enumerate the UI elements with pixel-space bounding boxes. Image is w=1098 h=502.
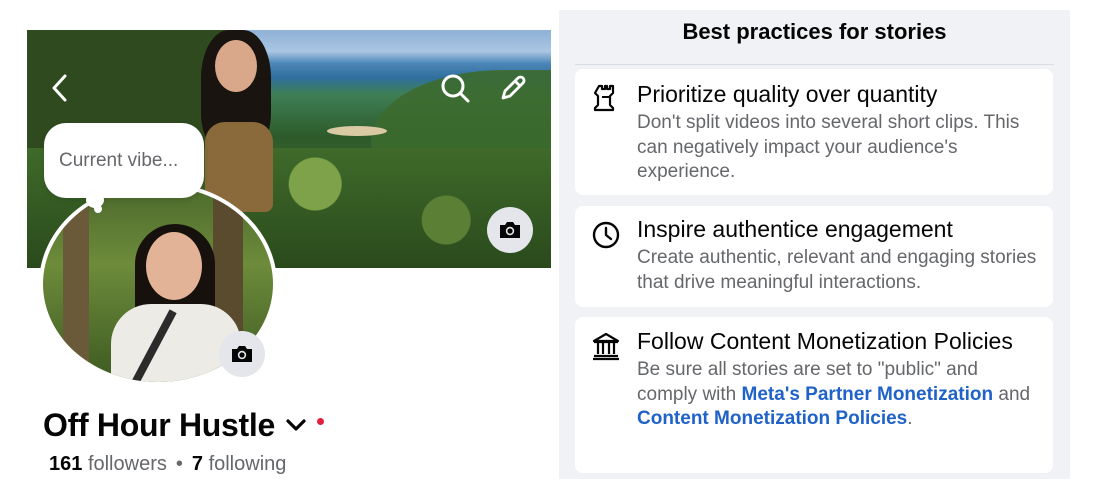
edit-button[interactable] — [495, 70, 531, 106]
card-body: Don't split videos into several short cl… — [637, 112, 1020, 182]
card-body: Create authentic, relevant and engaging … — [637, 247, 1037, 293]
pencil-icon — [501, 75, 526, 100]
profile-name-row: Off Hour Hustle — [43, 402, 324, 448]
card-title: Follow Content Monetization Policies — [637, 328, 1013, 354]
practice-card-monetization: Follow Content Monetization Policies Be … — [575, 317, 1053, 473]
divider — [575, 64, 1054, 65]
bubble-tail — [94, 205, 102, 213]
bank-icon — [589, 329, 623, 363]
best-practices-panel: Best practices for stories Prioritize qu… — [559, 10, 1070, 479]
avatar-tree — [63, 186, 89, 382]
profile-switch-button[interactable] — [285, 412, 311, 438]
card-body-text: and — [993, 383, 1031, 405]
cover-beach — [327, 126, 387, 136]
camera-icon — [232, 346, 252, 362]
card-title: Prioritize quality over quantity — [637, 81, 938, 107]
avatar-face — [146, 232, 202, 300]
vibe-placeholder: Current vibe... — [59, 149, 179, 171]
partner-monetization-link[interactable]: Meta's Partner Monetization — [742, 384, 994, 405]
camera-icon — [500, 222, 520, 238]
following-count: 7 — [191, 453, 203, 475]
content-monetization-link[interactable]: Content Monetization Policies — [637, 408, 907, 429]
followers-link[interactable]: 161 followers — [49, 453, 167, 475]
notification-dot — [316, 417, 324, 425]
followers-count: 161 — [49, 453, 83, 475]
chevron-left-icon — [52, 74, 67, 102]
clock-icon — [589, 218, 623, 252]
follow-stats: 161 followers • 7 following — [49, 453, 286, 476]
cover-camera-button[interactable] — [487, 207, 533, 253]
panel-title: Best practices for stories — [682, 19, 947, 44]
separator: • — [175, 453, 183, 475]
back-button[interactable] — [42, 70, 78, 106]
followers-label: followers — [87, 453, 167, 475]
chevron-down-icon — [286, 419, 306, 431]
search-icon — [441, 74, 470, 103]
profile-panel: Current vibe... Off Hour Hustle 161 foll… — [0, 0, 560, 502]
vibe-note-bubble[interactable]: Current vibe... — [44, 123, 204, 198]
profile-name: Off Hour Hustle — [43, 406, 275, 443]
card-body-text: . — [907, 408, 913, 429]
card-body: Be sure all stories are set to "public" … — [637, 358, 1039, 432]
search-button[interactable] — [437, 70, 473, 106]
cover-person-face — [215, 40, 257, 92]
card-title: Inspire authentice engagement — [637, 216, 953, 242]
avatar-camera-button[interactable] — [219, 331, 265, 377]
practice-card-engagement: Inspire authentice engagement Create aut… — [575, 206, 1053, 307]
following-label: following — [208, 453, 287, 475]
chess-rook-icon — [589, 81, 623, 115]
following-link[interactable]: 7 following — [192, 453, 287, 475]
practice-card-quality: Prioritize quality over quantity Don't s… — [575, 69, 1053, 195]
